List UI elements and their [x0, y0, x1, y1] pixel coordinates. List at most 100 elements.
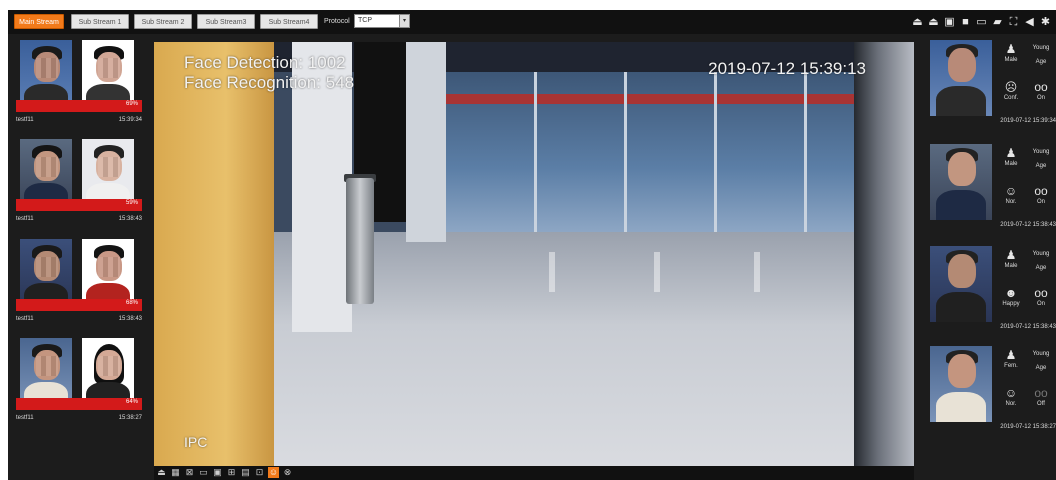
age-attr: Young Age: [1032, 45, 1050, 65]
person-name: testf11: [16, 117, 34, 123]
talk-icon[interactable]: ⏏: [927, 16, 940, 29]
protocol-label: Protocol: [324, 18, 350, 25]
capture-time: 2019-07-12 15:38:43: [1000, 222, 1056, 228]
gender-attr: ♟ Fem.: [1004, 348, 1018, 369]
chevron-down-icon: ▾: [399, 15, 409, 27]
expression-attr: ☺ Nor.: [1004, 184, 1018, 205]
similarity-value: 59%: [125, 200, 138, 206]
match-time: 15:38:43: [118, 316, 142, 322]
person-name: testf11: [16, 316, 34, 322]
settings-icon[interactable]: ✱: [1039, 16, 1052, 29]
live-video[interactable]: Face Detection: 1002 Face Recognition: 5…: [154, 42, 914, 466]
face-snapshot: [930, 144, 992, 220]
match-card[interactable]: 64% testf11 15:38:27: [16, 338, 142, 434]
zoom-icon[interactable]: ▣: [943, 16, 956, 29]
tab-sub-stream-2[interactable]: Sub Stream 2: [134, 14, 192, 29]
glasses-attr: oo On: [1034, 184, 1048, 205]
tab-sub-stream-1[interactable]: Sub Stream 1: [71, 14, 129, 29]
top-toolbar: Main Stream Sub Stream 1 Sub Stream 2 Su…: [8, 10, 1056, 34]
capture-icon[interactable]: ▤: [240, 467, 251, 478]
close-icon[interactable]: ⊗: [282, 467, 293, 478]
face-attribute-panel: ♟ Male Young Age ☹ Conf. oo On 2019-07-1…: [926, 40, 1056, 460]
channel-name: IPC: [184, 434, 208, 450]
face-recognition-count: Face Recognition: 548: [184, 73, 355, 92]
library-photo: [82, 139, 134, 207]
fit-icon[interactable]: ⛶: [1007, 16, 1020, 29]
fullscreen-icon[interactable]: ■: [959, 16, 972, 29]
age-attr: Young Age: [1032, 149, 1050, 169]
glasses-icon: oo: [1034, 286, 1048, 300]
tab-sub-stream-4[interactable]: Sub Stream4: [260, 14, 318, 29]
similarity-bar: 69%: [16, 100, 142, 112]
face-icon[interactable]: ☺: [268, 467, 279, 478]
snapshot-photo: [20, 40, 72, 108]
glasses-icon: oo: [1034, 80, 1048, 94]
person-icon: ♟: [1005, 146, 1017, 160]
ratio-icon[interactable]: ▭: [198, 467, 209, 478]
capture-time: 2019-07-12 15:39:34: [1000, 118, 1056, 124]
similarity-bar: 64%: [16, 398, 142, 410]
attribute-card[interactable]: ♟ Male Young Age ☻ Happy oo On 2019-07-1…: [930, 246, 1056, 342]
face-match-panel: 69% testf11 15:39:34 59% testf11 15:38:4…: [8, 40, 144, 440]
attribute-card[interactable]: ♟ Male Young Age ☺ Nor. oo On 2019-07-12…: [930, 144, 1056, 240]
similarity-bar: 68%: [16, 299, 142, 311]
capture-time: 2019-07-12 15:38:27: [1000, 424, 1056, 430]
library-photo: [82, 40, 134, 108]
gender-attr: ♟ Male: [1004, 146, 1018, 167]
library-photo: [82, 239, 134, 307]
attribute-card[interactable]: ♟ Fem. Young Age ☺ Nor. oo Off 2019-07-1…: [930, 346, 1056, 442]
snapshot-photo: [20, 338, 72, 406]
neutral-face-icon: ☺: [1004, 386, 1018, 400]
face-detection-count: Face Detection: 1002: [184, 53, 346, 72]
audio-icon[interactable]: ⏏: [911, 16, 924, 29]
neutral-face-icon: ☺: [1004, 184, 1018, 198]
zoom-in-icon[interactable]: ⊞: [226, 467, 237, 478]
video-timestamp: 2019-07-12 15:39:13: [708, 59, 866, 78]
age-attr: Young Age: [1032, 351, 1050, 371]
face-snapshot: [930, 246, 992, 322]
bottom-toolbar: ⏏ ▦ ⊠ ▭ ▣ ⊞ ▤ ⊡ ☺ ⊗: [154, 466, 914, 480]
person-icon: ♟: [1005, 348, 1017, 362]
match-time: 15:38:43: [118, 216, 142, 222]
person-icon: ♟: [1005, 42, 1017, 56]
person-name: testf11: [16, 216, 34, 222]
rule-icon[interactable]: ⊡: [254, 467, 265, 478]
glasses-icon: oo: [1034, 184, 1048, 198]
gender-attr: ♟ Male: [1004, 42, 1018, 63]
expression-attr: ☻ Happy: [1002, 286, 1020, 307]
match-time: 15:39:34: [118, 117, 142, 123]
match-card[interactable]: 59% testf11 15:38:43: [16, 139, 142, 235]
original-icon[interactable]: ▣: [212, 467, 223, 478]
expression-attr: ☹ Conf.: [1003, 80, 1019, 101]
protocol-select[interactable]: TCP ▾: [354, 14, 410, 28]
confused-face-icon: ☹: [1004, 80, 1018, 94]
snapshot-photo: [20, 239, 72, 307]
tab-sub-stream-3[interactable]: Sub Stream3: [197, 14, 255, 29]
match-time: 15:38:27: [118, 415, 142, 421]
snapshot-icon[interactable]: ▭: [975, 16, 988, 29]
snapshot-photo: [20, 139, 72, 207]
library-photo: [82, 338, 134, 406]
ptz-icon[interactable]: ▦: [170, 467, 181, 478]
similarity-bar: 59%: [16, 199, 142, 211]
attribute-card[interactable]: ♟ Male Young Age ☹ Conf. oo On 2019-07-1…: [930, 40, 1056, 136]
glasses-attr: oo On: [1034, 80, 1048, 101]
tab-main-stream[interactable]: Main Stream: [14, 14, 64, 29]
record-icon[interactable]: ▰: [991, 16, 1004, 29]
match-card[interactable]: 68% testf11 15:38:43: [16, 239, 142, 335]
fisheye-icon[interactable]: ⊠: [184, 467, 195, 478]
glasses-attr: oo On: [1034, 286, 1048, 307]
capture-time: 2019-07-12 15:38:43: [1000, 324, 1056, 330]
protocol-value: TCP: [358, 17, 372, 24]
face-snapshot: [930, 40, 992, 116]
similarity-value: 68%: [125, 300, 138, 306]
match-card[interactable]: 69% testf11 15:39:34: [16, 40, 142, 136]
relay-icon[interactable]: ⏏: [156, 467, 167, 478]
expression-attr: ☺ Nor.: [1004, 386, 1018, 407]
similarity-value: 69%: [125, 101, 138, 107]
sound-icon[interactable]: ◀: [1023, 16, 1036, 29]
glasses-icon: oo: [1034, 386, 1048, 400]
person-icon: ♟: [1005, 248, 1017, 262]
face-snapshot: [930, 346, 992, 422]
live-view-app: Main Stream Sub Stream 1 Sub Stream 2 Su…: [8, 10, 1056, 480]
